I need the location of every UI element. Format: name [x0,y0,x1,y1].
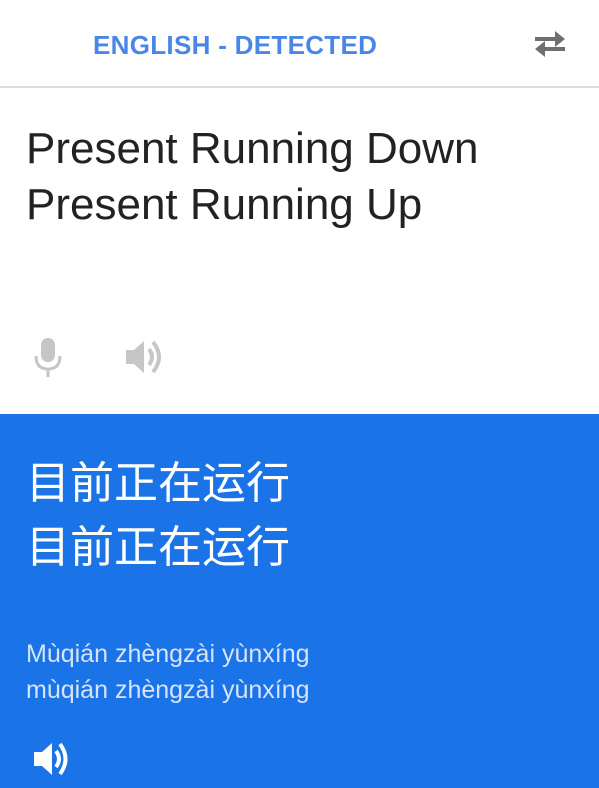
microphone-icon [34,338,62,377]
pinyin-line: mùqián zhèngzài yùnxíng [26,676,310,704]
source-line: Present Running Down [26,124,479,173]
listen-source-button[interactable] [124,337,166,377]
speaker-icon [126,340,161,374]
source-text[interactable]: Present Running Down Present Running Up [26,121,576,233]
translation-text: 目前正在运行 目前正在运行 [26,452,290,580]
translation-panel: 目前正在运行 目前正在运行 Mùqián zhèngzài yùnxíng mù… [0,414,599,788]
pinyin-line: Mùqián zhèngzài yùnxíng [26,640,310,668]
language-bar: ENGLISH - DETECTED [0,0,599,88]
translation-line: 目前正在运行 [26,458,290,509]
source-line: Present Running Up [26,180,423,229]
swap-languages-button[interactable] [531,27,569,59]
swap-languages-icon [535,31,565,57]
listen-translation-button[interactable] [32,740,72,778]
translate-app: ENGLISH - DETECTED Present Running Down … [0,0,599,788]
speaker-icon [34,742,68,776]
pinyin-text: Mùqián zhèngzài yùnxíng mùqián zhèngzài … [26,636,310,708]
microphone-button[interactable] [32,336,64,378]
source-language-button[interactable]: ENGLISH - DETECTED [93,30,377,60]
translation-line: 目前正在运行 [26,522,290,573]
